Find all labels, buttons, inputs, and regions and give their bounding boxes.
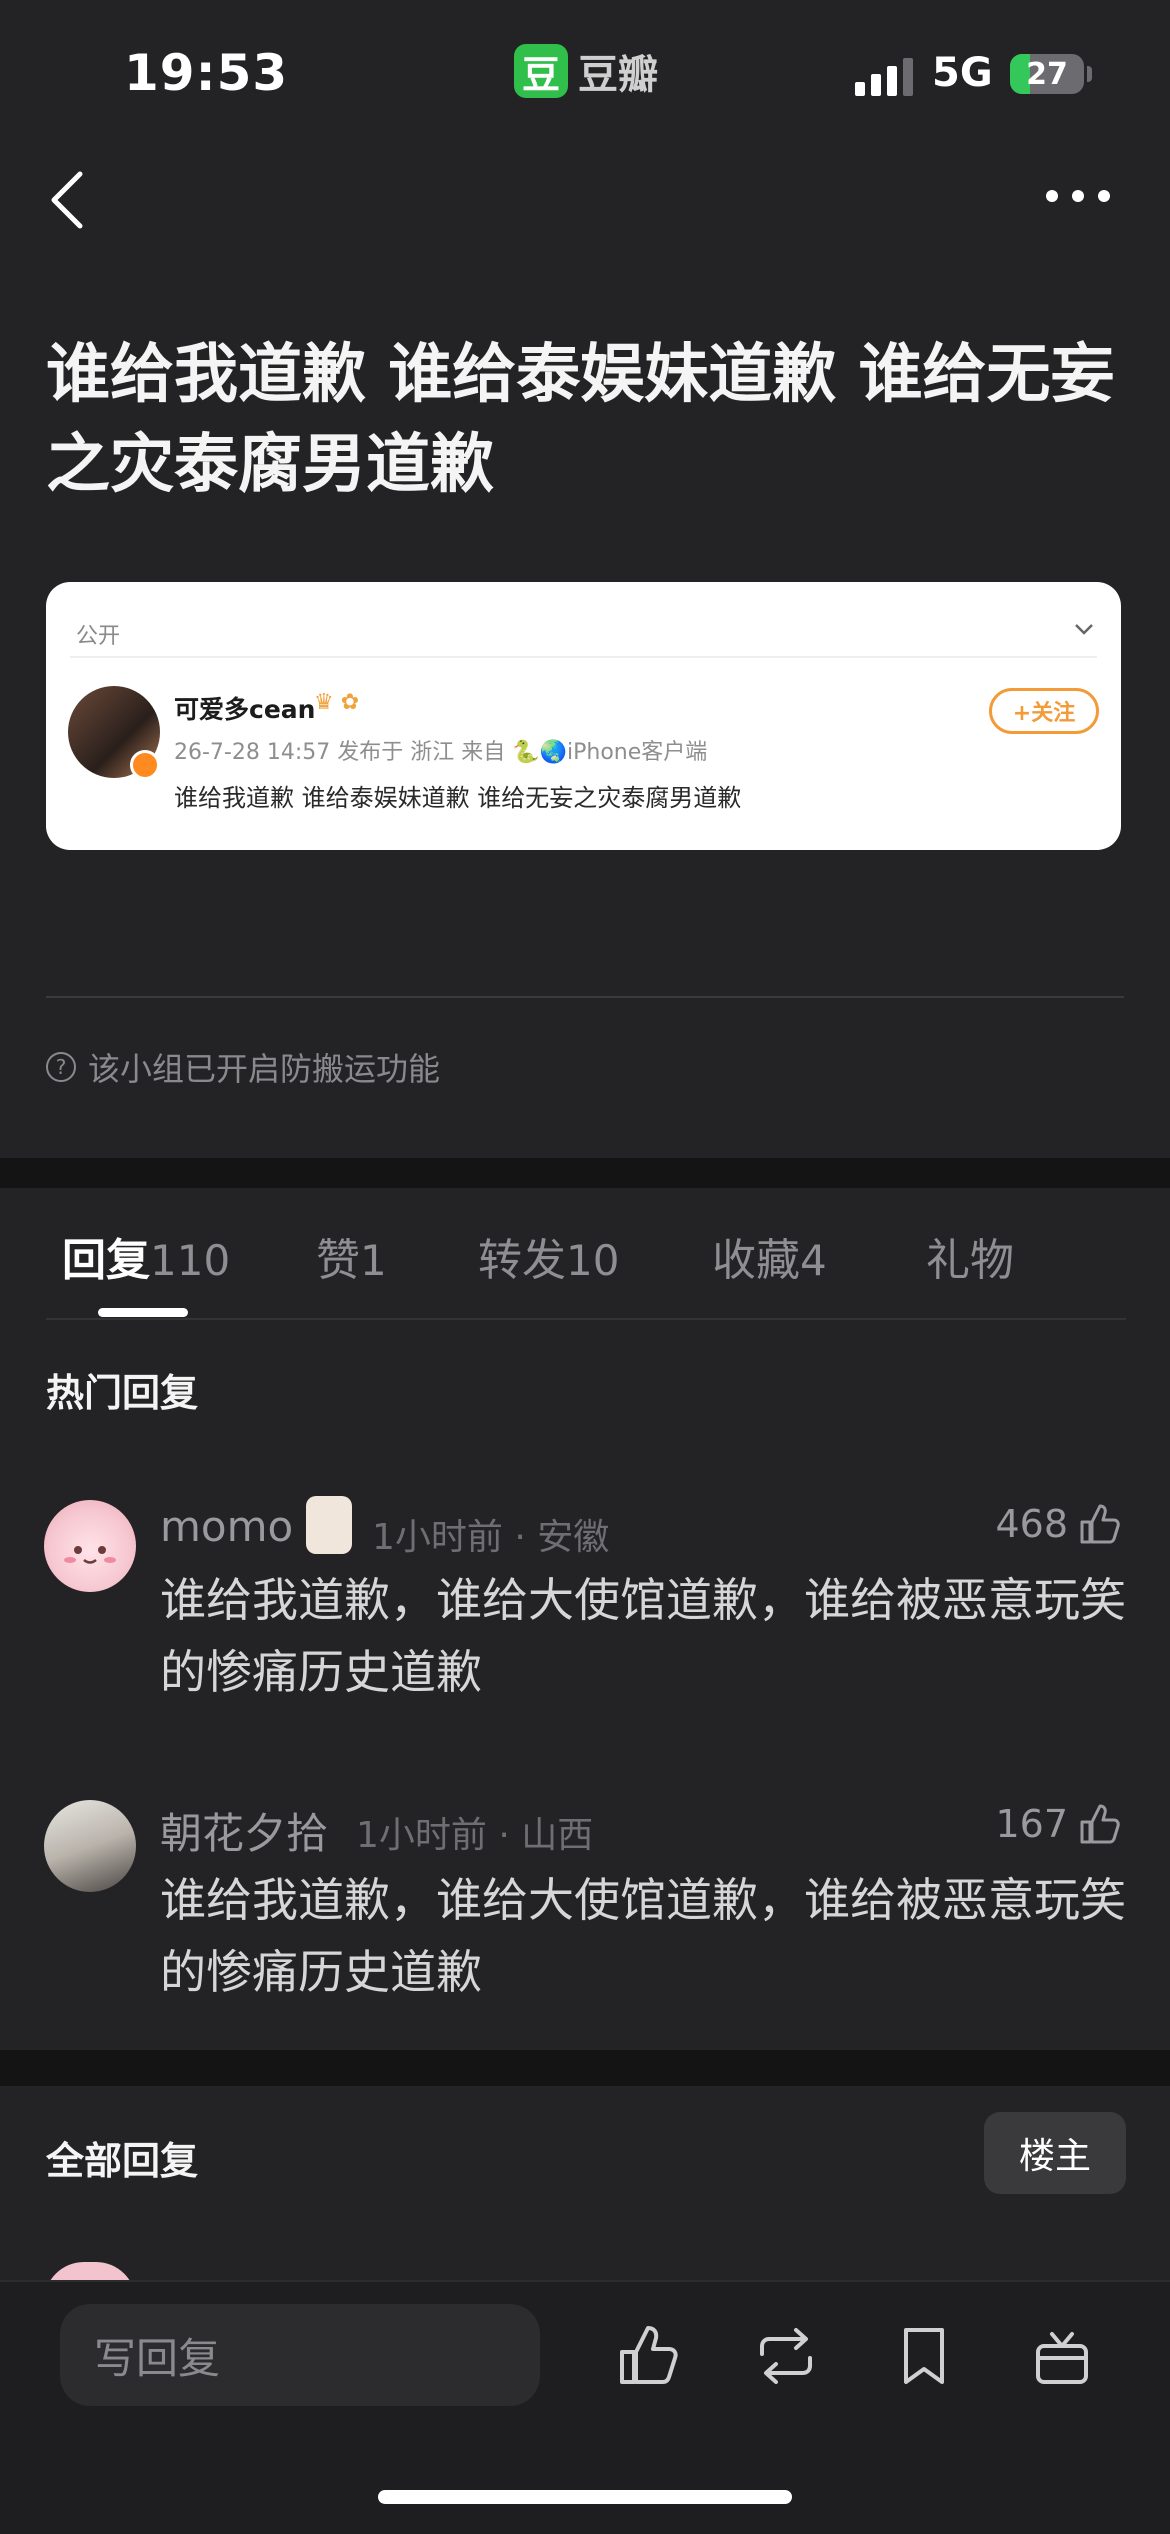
- active-tab-indicator: [98, 1308, 188, 1317]
- gift-icon[interactable]: [1026, 2320, 1098, 2392]
- verified-badge-icon: [130, 750, 160, 780]
- like-button[interactable]: 167: [995, 1800, 1124, 1848]
- reply-text: 谁给我道歉，谁给大使馆道歉，谁给被恶意玩笑的惨痛历史道歉: [160, 1573, 1126, 1699]
- battery-level: 27: [1026, 56, 1068, 92]
- reply-meta: 1小时前 · 山西: [356, 1815, 594, 1856]
- tabs-divider: [46, 1318, 1126, 1320]
- reply-text: 谁给我道歉，谁给大使馆道歉，谁给被恶意玩笑的惨痛历史道歉: [160, 1873, 1126, 1999]
- reply-input[interactable]: 写回复: [60, 2304, 540, 2406]
- tab-likes[interactable]: 赞1: [316, 1224, 387, 1288]
- post-tabs: 回复110 赞1 转发10 收藏4 礼物: [0, 1224, 1170, 1320]
- like-button[interactable]: 468: [995, 1500, 1124, 1548]
- reply-author[interactable]: 朝花夕拾: [160, 1800, 328, 1861]
- divider: [46, 996, 1124, 998]
- notice-text: 该小组已开启防搬运功能: [88, 1050, 441, 1088]
- battery-tip: [1087, 66, 1092, 82]
- signal-icon: [855, 58, 913, 96]
- app-indicator: 豆 豆瓣: [514, 42, 658, 100]
- embed-meta: 26-7-28 14:57 发布于 浙江 来自 🐍🌏iPhone客户端: [174, 740, 708, 765]
- status-time: 19:53: [124, 44, 289, 102]
- post-title: 谁给我道歉 谁给泰娱妹道歉 谁给无妄之灾泰腐男道歉: [46, 338, 1115, 502]
- tab-reposts[interactable]: 转发10: [478, 1224, 619, 1288]
- chevron-down-icon: [1075, 624, 1093, 635]
- avatar-face-icon: [64, 1546, 116, 1564]
- like-count: 167: [995, 1802, 1068, 1846]
- question-circle-icon: ?: [46, 1052, 76, 1082]
- op-only-filter-button[interactable]: 楼主: [984, 2112, 1126, 2194]
- more-options-icon[interactable]: [1046, 190, 1110, 202]
- home-indicator[interactable]: [378, 2490, 792, 2504]
- tab-favorites[interactable]: 收藏4: [712, 1224, 827, 1288]
- reply-author[interactable]: momo: [160, 1502, 293, 1551]
- avatar[interactable]: [44, 1800, 136, 1892]
- section-separator: [0, 1158, 1170, 1188]
- card-divider: [70, 656, 1097, 658]
- tab-replies[interactable]: 回复110: [62, 1224, 230, 1288]
- embed-username: 可爱多cean: [174, 695, 316, 724]
- network-type: 5G: [932, 50, 993, 96]
- repost-icon[interactable]: [750, 2320, 822, 2392]
- thumbs-up-icon: [1080, 1504, 1120, 1544]
- section-separator: [0, 2050, 1170, 2086]
- embed-text: 谁给我道歉 谁给泰娱妹道歉 谁给无妄之灾泰腐男道歉: [174, 784, 742, 812]
- reply-meta: 1小时前 · 安徽: [372, 1517, 610, 1558]
- thumbs-up-icon: [1080, 1804, 1120, 1844]
- all-replies-title: 全部回复: [46, 2139, 199, 2183]
- app-name: 豆瓣: [578, 52, 658, 98]
- bookmark-icon[interactable]: [888, 2320, 960, 2392]
- anti-repost-notice: ? 该小组已开启防搬运功能: [46, 1044, 440, 1090]
- tab-gifts[interactable]: 礼物: [926, 1224, 1014, 1288]
- crown-icon: ♛ ✿: [314, 690, 360, 715]
- avatar[interactable]: [44, 1500, 136, 1592]
- visibility-label: 公开: [76, 624, 121, 649]
- back-arrow-icon[interactable]: [46, 168, 96, 232]
- follow-button: +关注: [989, 688, 1099, 734]
- douban-logo-icon: 豆: [514, 44, 568, 98]
- like-count: 468: [995, 1502, 1068, 1546]
- hot-replies-title: 热门回复: [46, 1371, 199, 1415]
- thumbs-up-icon[interactable]: [612, 2320, 684, 2392]
- user-badge-icon: [306, 1496, 352, 1554]
- embedded-post-image[interactable]: 公开 可爱多cean ♛ ✿ 26-7-28 14:57 发布于 浙江 来自 🐍…: [46, 582, 1121, 850]
- battery-icon: 27: [1010, 54, 1084, 94]
